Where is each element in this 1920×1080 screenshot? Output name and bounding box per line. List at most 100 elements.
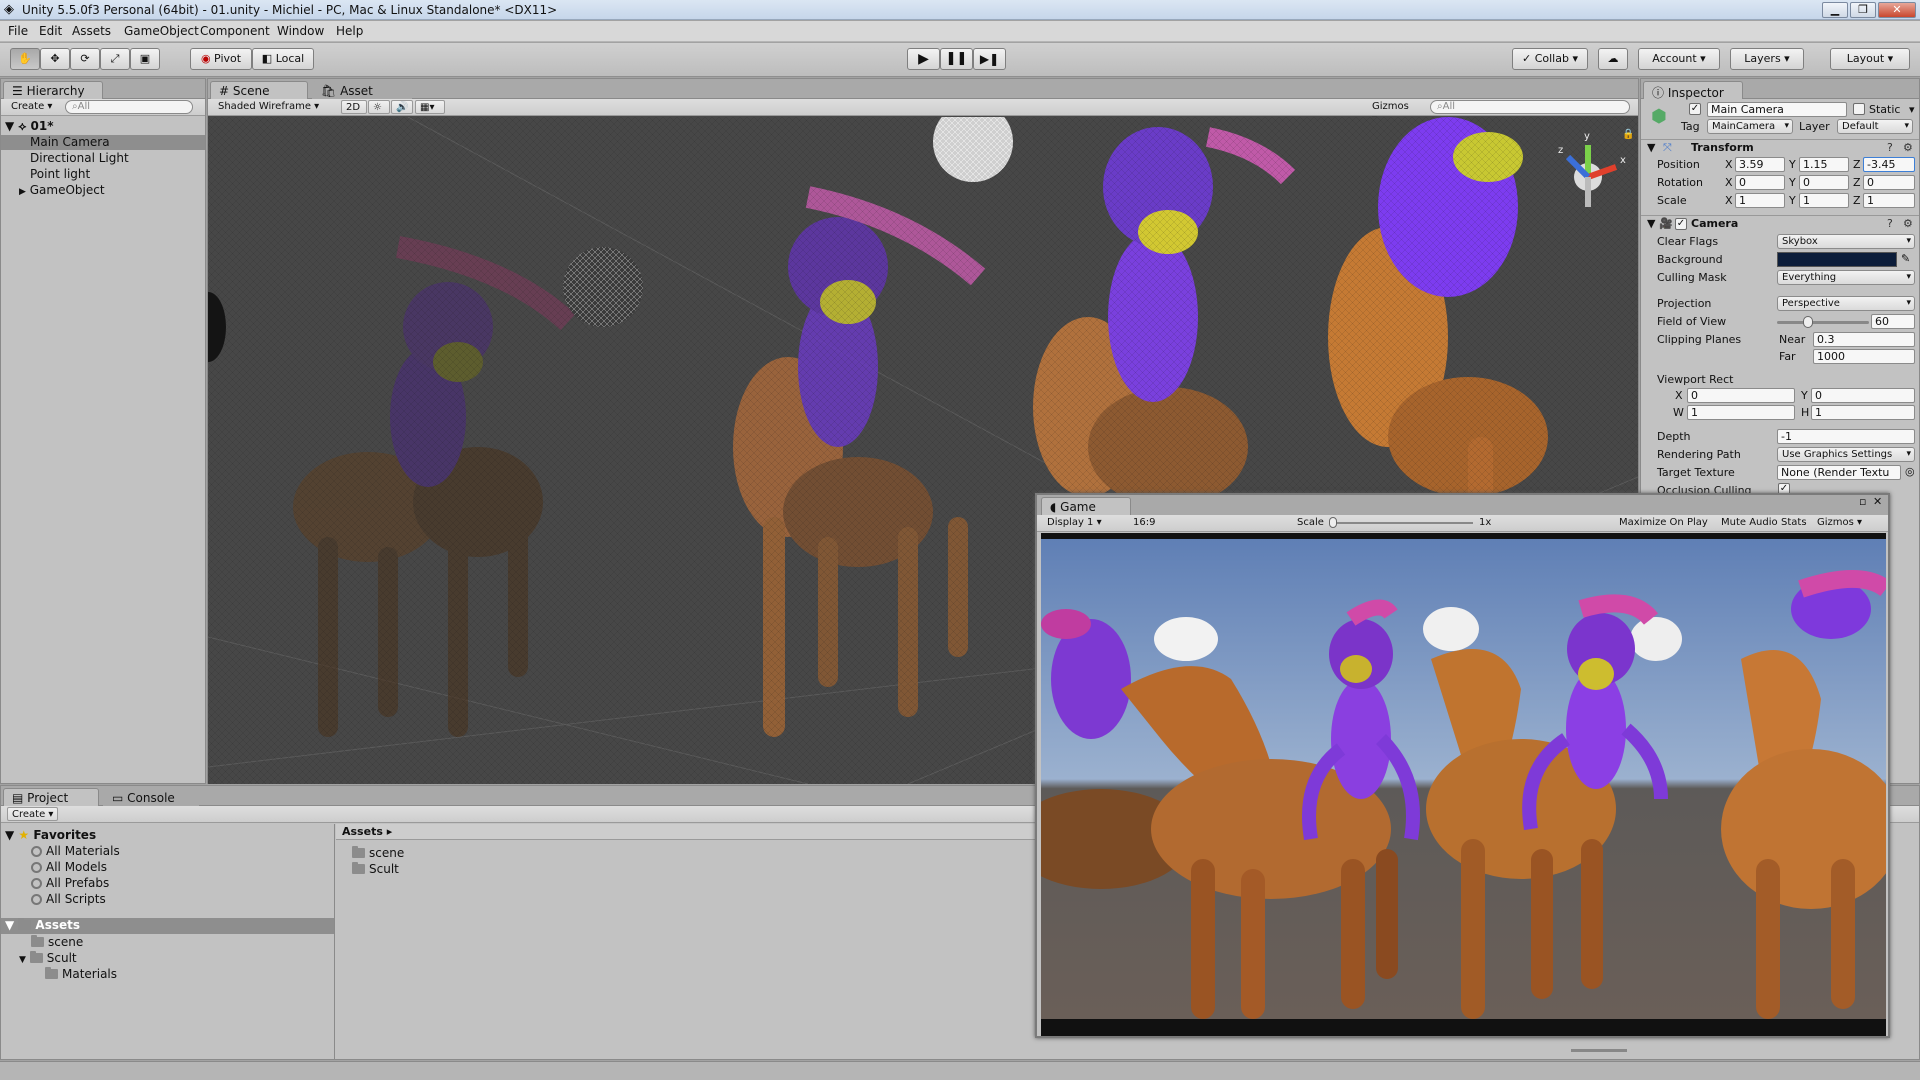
scene-root-row[interactable]: ▼ ⟡ 01* [5,119,203,134]
tab-project[interactable]: ▤ Project [3,788,99,806]
asset-folder-scene[interactable]: scene [352,846,404,860]
position-x-field[interactable]: 3.59 [1735,157,1785,172]
camera-settings-gear-icon[interactable]: ⚙ [1903,217,1913,230]
menu-window[interactable]: Window [277,24,324,38]
viewport-x-field[interactable]: 0 [1687,388,1795,403]
maximize-button[interactable]: ❐ [1850,2,1876,18]
transform-settings-gear-icon[interactable]: ⚙ [1903,141,1913,154]
play-button[interactable]: ▶ [907,48,940,70]
transform-help-icon[interactable]: ? [1887,141,1893,154]
fov-slider-track[interactable] [1777,321,1869,324]
menu-gameobject[interactable]: GameObject [124,24,199,38]
scale-y-field[interactable]: 1 [1799,193,1849,208]
static-dropdown-arrow-icon[interactable]: ▾ [1909,103,1915,116]
object-name-field[interactable]: Main Camera [1707,102,1847,117]
cloud-button[interactable]: ☁ [1598,48,1628,70]
menu-edit[interactable]: Edit [39,24,62,38]
tab-console[interactable]: ▭ Console [103,788,199,806]
rotation-y-field[interactable]: 0 [1799,175,1849,190]
target-texture-picker-icon[interactable]: ◎ [1905,465,1915,478]
stats-toggle[interactable]: Stats [1777,516,1811,530]
scene-lock-icon[interactable]: 🔒 [1622,128,1634,140]
menu-assets[interactable]: Assets [72,24,111,38]
camera-help-icon[interactable]: ? [1887,217,1893,230]
layer-dropdown[interactable]: Default [1837,119,1913,134]
far-field[interactable]: 1000 [1813,349,1915,364]
game-gizmos-dropdown[interactable]: Gizmos ▾ [1813,516,1866,530]
position-z-field[interactable]: -3.45 [1863,157,1915,172]
breadcrumb-assets[interactable]: Assets ▸ [342,825,392,838]
2d-toggle[interactable]: 2D [341,100,367,114]
asset-folder-scult[interactable]: Scult [352,862,399,876]
account-dropdown[interactable]: Account ▾ [1638,48,1720,70]
asset-size-slider[interactable] [1571,1049,1627,1052]
scale-x-field[interactable]: 1 [1735,193,1785,208]
audio-toggle-icon[interactable]: 🔊 [391,100,413,114]
close-button[interactable]: ✕ [1878,2,1916,18]
menu-component[interactable]: Component [200,24,270,38]
menu-file[interactable]: File [8,24,28,38]
lighting-toggle-icon[interactable]: ☼ [368,100,390,114]
clear-flags-dropdown[interactable]: Skybox [1777,234,1915,249]
local-toggle[interactable]: ◧ Local [252,48,314,70]
hierarchy-item-point-light[interactable]: Point light [30,167,90,181]
menu-help[interactable]: Help [336,24,363,38]
move-tool-icon[interactable]: ✥ [40,48,70,70]
layout-dropdown[interactable]: Layout ▾ [1830,48,1910,70]
shading-mode-dropdown[interactable]: Shaded Wireframe ▾ [214,100,340,114]
tag-dropdown[interactable]: MainCamera [1707,119,1793,134]
game-close-icon[interactable]: ✕ [1873,495,1882,508]
hierarchy-create-button[interactable]: Create ▾ [7,100,56,114]
hierarchy-item-main-camera[interactable]: Main Camera [1,135,205,150]
fov-field[interactable]: 60 [1871,314,1915,329]
hand-tool-icon[interactable]: ✋ [10,48,40,70]
maximize-on-play-toggle[interactable]: Maximize On Play [1615,516,1712,530]
favorites-row[interactable]: ▼ ★ Favorites [5,828,96,842]
tree-folder-scene[interactable]: scene [31,935,83,949]
assets-root-row[interactable]: ▼ Assets [1,918,334,934]
scale-tool-icon[interactable]: ⤢ [100,48,130,70]
scale-z-field[interactable]: 1 [1863,193,1915,208]
pivot-toggle[interactable]: ◉ Pivot [190,48,252,70]
viewport-h-field[interactable]: 1 [1811,405,1915,420]
rect-tool-icon[interactable]: ▣ [130,48,160,70]
rotate-tool-icon[interactable]: ⟳ [70,48,100,70]
mute-audio-toggle[interactable]: Mute Audio [1717,516,1782,530]
game-restore-icon[interactable]: ▫ [1859,495,1866,508]
layers-dropdown[interactable]: Layers ▾ [1730,48,1804,70]
rotation-z-field[interactable]: 0 [1863,175,1915,190]
hierarchy-search-input[interactable]: ⌕All [65,100,193,114]
tab-inspector[interactable]: ⓘ Inspector [1643,81,1743,100]
tab-asset-store[interactable]: 🛍 Asset Store [312,81,412,112]
background-color-swatch[interactable] [1777,252,1897,267]
aspect-dropdown[interactable]: 16:9 [1129,516,1289,530]
tab-game[interactable]: ◖ Game [1041,497,1131,515]
game-scale-slider[interactable] [1333,522,1473,524]
static-checkbox[interactable] [1853,103,1865,115]
display-dropdown[interactable]: Display 1 ▾ [1043,516,1123,530]
eyedropper-icon[interactable]: ✎ [1901,252,1910,265]
project-create-button[interactable]: Create ▾ [7,807,59,821]
tab-scene[interactable]: # Scene [210,81,308,99]
position-y-field[interactable]: 1.15 [1799,157,1849,172]
transform-header[interactable]: ▼ ⤧ Transform ? ⚙ [1641,139,1919,155]
rendering-path-dropdown[interactable]: Use Graphics Settings [1777,447,1915,462]
favorite-all-models[interactable]: All Models [31,860,107,874]
viewport-w-field[interactable]: 1 [1687,405,1795,420]
rotation-x-field[interactable]: 0 [1735,175,1785,190]
fov-slider-thumb[interactable] [1803,316,1813,328]
game-scale-thumb[interactable] [1329,517,1337,528]
gizmos-dropdown[interactable]: Gizmos ▾ [1368,100,1420,125]
hierarchy-item-gameobject[interactable]: ▶ GameObject [19,183,105,197]
target-texture-field[interactable]: None (Render Textu [1777,465,1901,480]
tab-hierarchy[interactable]: ☰ Hierarchy [3,81,103,99]
projection-dropdown[interactable]: Perspective [1777,296,1915,311]
culling-mask-dropdown[interactable]: Everything [1777,270,1915,285]
pause-button[interactable]: ❚❚ [940,48,973,70]
favorite-all-materials[interactable]: All Materials [31,844,120,858]
viewport-y-field[interactable]: 0 [1811,388,1915,403]
effects-dropdown-icon[interactable]: ▦▾ [415,100,445,114]
favorite-all-scripts[interactable]: All Scripts [31,892,106,906]
step-button[interactable]: ▶❚ [973,48,1006,70]
object-active-checkbox[interactable]: ✓ [1689,103,1701,115]
